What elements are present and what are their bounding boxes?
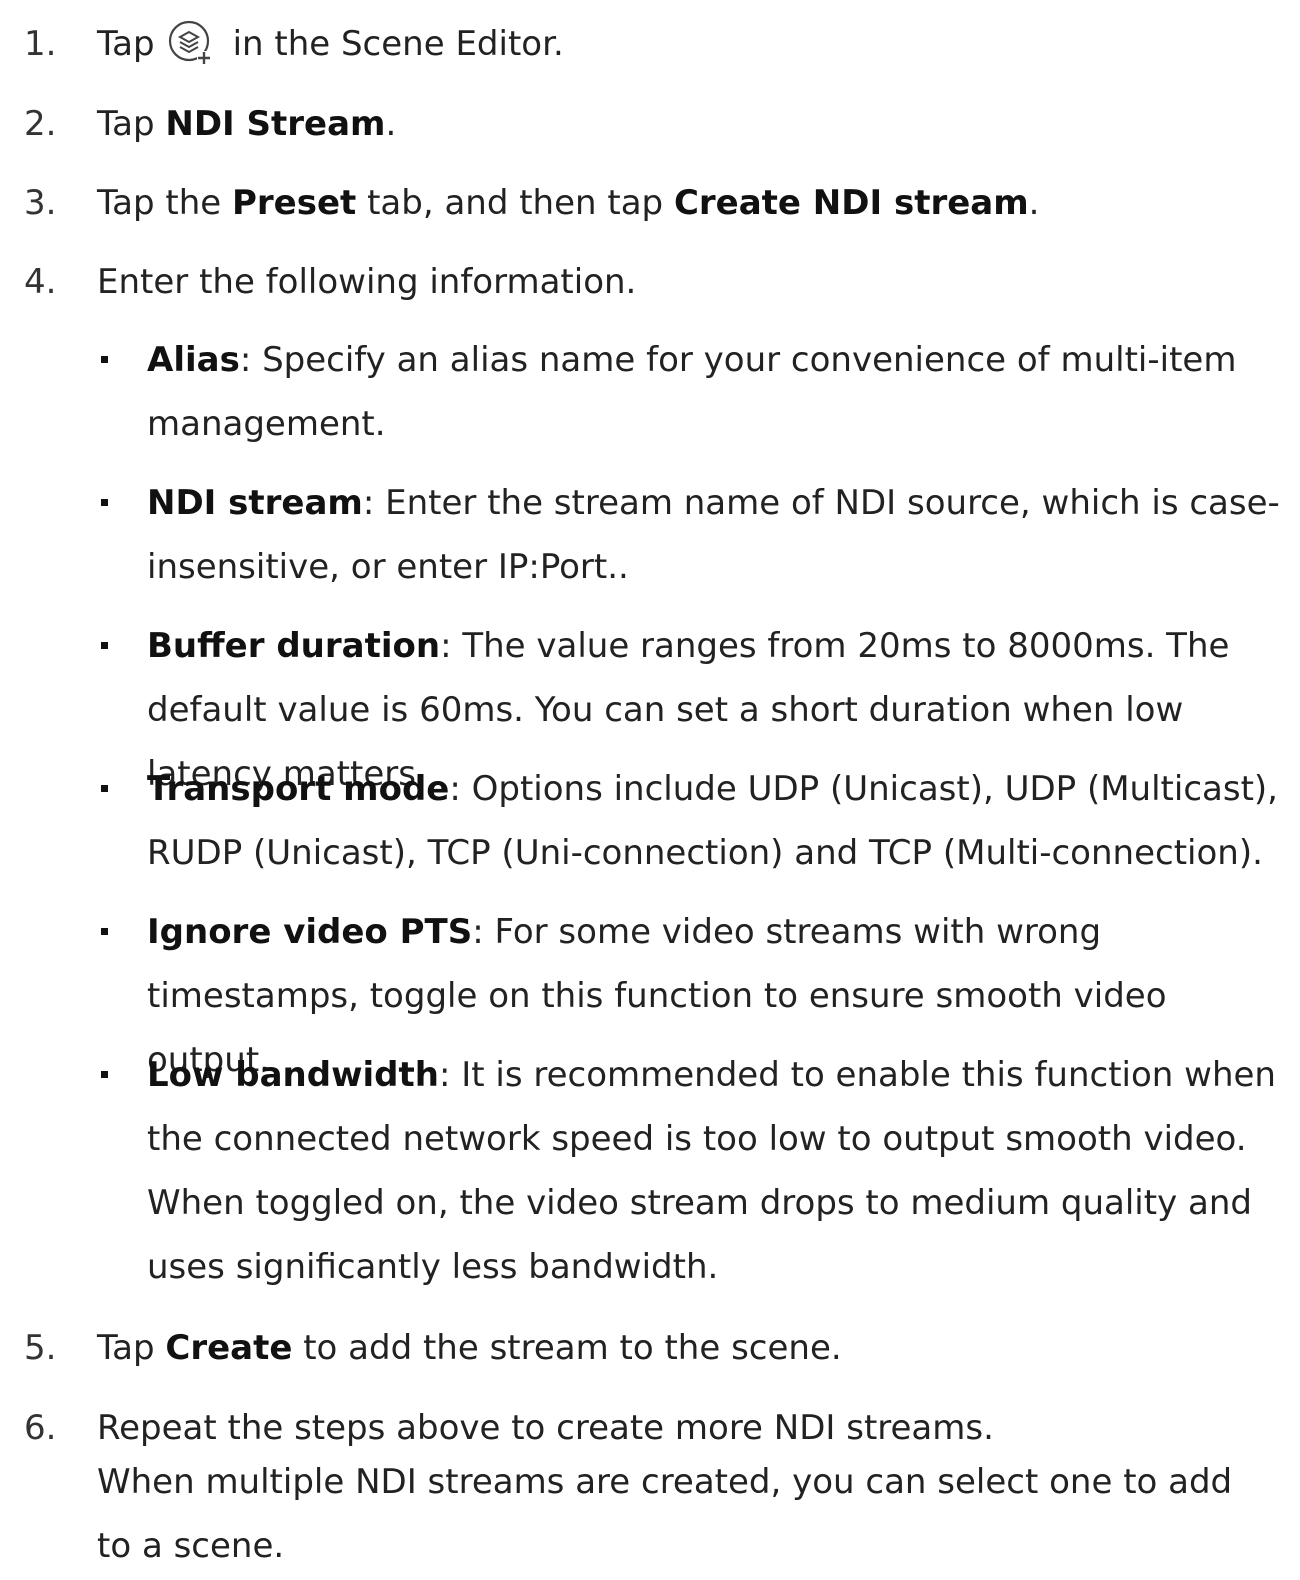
step-number: 5.	[24, 1328, 57, 1368]
step-text-pre: Tap	[97, 24, 155, 64]
step-6-note: When multiple NDI streams are created, y…	[97, 1462, 1233, 1566]
bullet-text: Alias: Specify an alias name for your co…	[147, 328, 1287, 456]
ui-term: Create	[165, 1328, 293, 1368]
ui-term: NDI Stream	[165, 104, 386, 144]
bullet-term: Alias	[147, 340, 240, 380]
step-text: Tap the Preset tab, and then tap Create …	[97, 183, 1039, 223]
step-text-pre: Tap	[97, 1328, 166, 1368]
step-number: 1.	[24, 24, 57, 64]
bullet-desc: : Specify an alias name for your conveni…	[147, 340, 1237, 444]
step-number: 2.	[24, 104, 57, 144]
step-text-pre: Tap	[97, 104, 166, 144]
step-text: Enter the following information.	[97, 262, 637, 302]
bullet-term: Low bandwidth	[147, 1055, 439, 1095]
ui-term: Preset	[231, 183, 357, 223]
step-number: 3.	[24, 183, 57, 223]
step-number: 6.	[24, 1408, 57, 1448]
bullet-text: NDI stream: Enter the stream name of NDI…	[147, 471, 1287, 599]
bullet-icon	[101, 356, 108, 363]
step-number: 4.	[24, 262, 57, 302]
step-text-post: .	[385, 104, 397, 144]
step-text-post: .	[1028, 183, 1040, 223]
bullet-icon	[101, 642, 108, 649]
bullet-term: Ignore video PTS	[147, 912, 473, 952]
document: 1. Tap in the Scene Editor. 2. Tap NDI S…	[0, 0, 1300, 1580]
step-text: Tap NDI Stream.	[97, 104, 396, 144]
step-text-post: in the Scene Editor.	[232, 24, 564, 64]
bullet-term: Transport mode	[147, 769, 450, 809]
bullet-icon	[101, 785, 108, 792]
step-text: Tap Create to add the stream to the scen…	[97, 1328, 842, 1368]
bullet-text: Transport mode: Options include UDP (Uni…	[147, 757, 1287, 885]
add-layer-icon	[163, 19, 221, 65]
step-text: Repeat the steps above to create more ND…	[97, 1408, 994, 1448]
step-text-mid: tab, and then tap	[356, 183, 674, 223]
bullet-icon	[101, 1071, 108, 1078]
bullet-icon	[101, 499, 108, 506]
ui-term: Create NDI stream	[673, 183, 1029, 223]
step-text-pre: Tap the	[97, 183, 232, 223]
step-text: Tap in the Scene Editor.	[97, 20, 564, 65]
step-text-post: to add the stream to the scene.	[292, 1328, 842, 1368]
bullet-text: Low bandwidth: It is recommended to enab…	[147, 1043, 1287, 1299]
bullet-term: Buffer duration	[147, 626, 441, 666]
bullet-icon	[101, 928, 108, 935]
bullet-term: NDI stream	[147, 483, 363, 523]
